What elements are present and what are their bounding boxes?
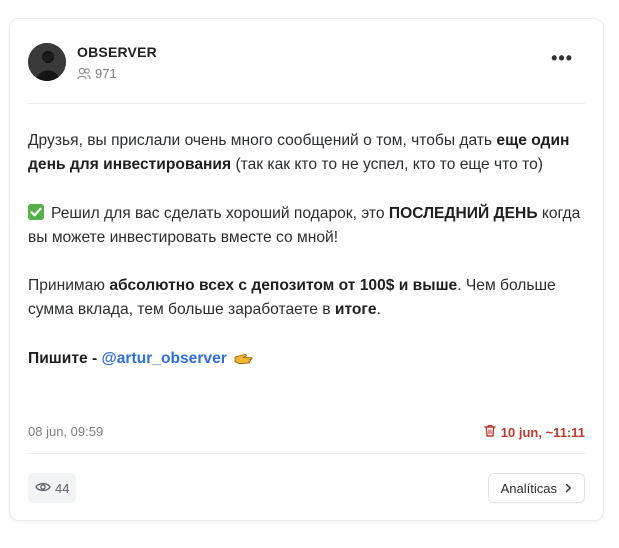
footer-divider bbox=[28, 453, 585, 454]
analytics-label: Analíticas bbox=[500, 480, 557, 496]
post-text-segment: (так как кто то не успел, кто то еще что… bbox=[231, 156, 543, 174]
post-paragraph-2: Решил для вас сделать хороший подарок, э… bbox=[28, 202, 593, 251]
channel-name[interactable]: OBSERVER bbox=[77, 44, 157, 60]
post-paragraph-4: Пишите - @artur_observer bbox=[28, 347, 593, 374]
subscriber-count-value: 971 bbox=[95, 66, 117, 81]
post-bold-segment: ПОСЛЕДНИЙ ДЕНЬ bbox=[388, 204, 538, 222]
post-header: OBSERVER 971 ••• bbox=[28, 41, 585, 85]
post-date: 08 jun, 09:59 bbox=[28, 424, 104, 439]
header-divider bbox=[28, 103, 585, 104]
eye-icon bbox=[35, 481, 51, 496]
post-bold-segment: Пишите - bbox=[28, 349, 102, 367]
deleted-timestamp: 10 jun, ~11:11 bbox=[484, 424, 585, 440]
post-paragraph-1: Друзья, вы прислали очень много сообщени… bbox=[28, 129, 593, 178]
post-footer: 44 Analíticas bbox=[28, 471, 585, 503]
post-text: Друзья, вы прислали очень много сообщени… bbox=[28, 129, 593, 398]
analytics-button[interactable]: Analíticas bbox=[487, 473, 585, 503]
users-icon bbox=[77, 67, 91, 80]
post-bold-segment: итоге bbox=[334, 301, 377, 319]
views-badge: 44 bbox=[28, 473, 77, 503]
subscriber-count: 971 bbox=[77, 66, 117, 81]
deleted-timestamp-value: 10 jun, ~11:11 bbox=[500, 424, 585, 440]
views-count: 44 bbox=[55, 480, 70, 496]
post-paragraph-3: Принимаю абсолютно всех с депозитом от 1… bbox=[28, 274, 593, 323]
post-card: OBSERVER 971 ••• Друзья, вы прислали оче… bbox=[9, 18, 604, 521]
trash-icon bbox=[484, 424, 496, 440]
post-bold-segment: абсолютно всех с депозитом от 100$ и выш… bbox=[109, 277, 458, 295]
chevron-right-icon bbox=[565, 481, 572, 496]
more-dots-icon[interactable]: ••• bbox=[551, 49, 573, 67]
post-text-segment: Принимаю bbox=[28, 277, 110, 295]
post-text-segment: Друзья, вы прислали очень много сообщени… bbox=[28, 132, 493, 149]
mention-link[interactable]: @artur_observer bbox=[102, 350, 227, 367]
pointing-hand-icon bbox=[234, 350, 256, 374]
post-text-segment: Решил для вас сделать хороший подарок, э… bbox=[51, 204, 389, 222]
post-meta: 08 jun, 09:59 10 jun, ~11:11 bbox=[28, 424, 585, 444]
channel-avatar[interactable] bbox=[28, 43, 66, 81]
post-text-segment: . bbox=[376, 301, 381, 319]
check-emoji-icon bbox=[28, 203, 44, 220]
